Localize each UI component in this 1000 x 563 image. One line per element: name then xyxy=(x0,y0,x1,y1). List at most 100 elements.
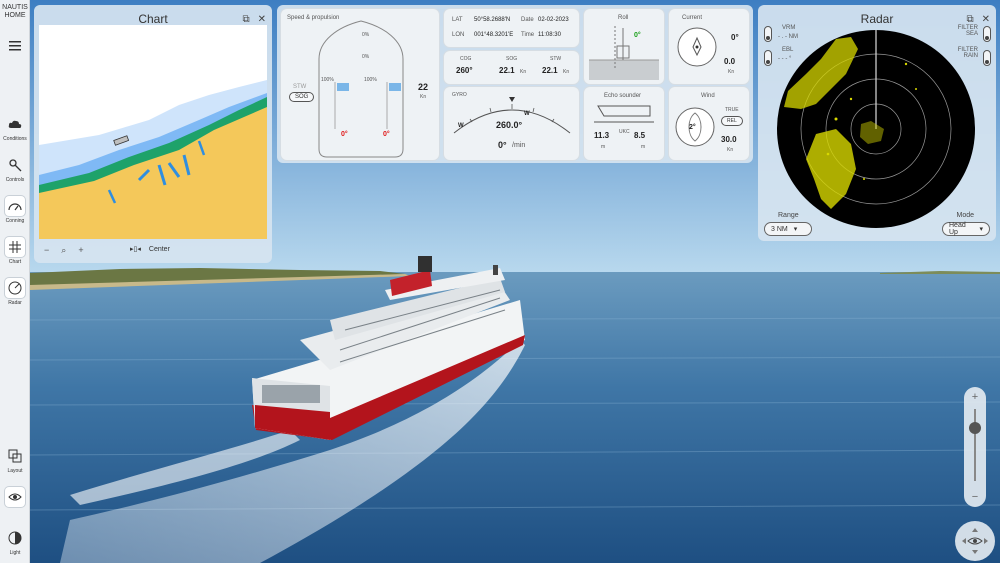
current-card: Current 0° 0.0 Kn xyxy=(669,9,749,84)
close-icon[interactable]: ✕ xyxy=(982,14,990,25)
radar-panel-title: Radar xyxy=(860,12,894,26)
sog-toggle-button[interactable]: SOG xyxy=(289,92,315,102)
wind-true-label: TRUE xyxy=(725,107,739,113)
mode-label: Mode xyxy=(956,212,974,219)
cog-label: COG xyxy=(460,56,472,62)
range-select[interactable]: 3 NM ▾ xyxy=(764,222,812,236)
zoom-track xyxy=(974,409,976,481)
eye-icon xyxy=(962,528,988,554)
wind-rel-toggle-button[interactable]: REL xyxy=(721,116,743,126)
camera-view-control[interactable] xyxy=(955,521,995,561)
filter-sea-toggle[interactable] xyxy=(983,26,991,42)
wind-speed-unit: Kn xyxy=(727,147,734,153)
ukc-unit: m xyxy=(641,144,646,150)
center-ship-icon: ▸▯◂ xyxy=(130,246,141,253)
sidebar-item-layout[interactable]: Layout xyxy=(0,446,30,474)
nautical-chart-map[interactable] xyxy=(39,25,267,239)
sidebar-item-radar[interactable]: Radar xyxy=(0,278,30,306)
mode-select[interactable]: Head Up ▾ xyxy=(942,222,990,236)
lon-label: LON xyxy=(452,32,465,38)
undock-icon[interactable]: ⧉ xyxy=(242,14,249,25)
hamburger-menu-button[interactable] xyxy=(0,36,30,58)
chart-zoom-in-button[interactable]: + xyxy=(78,245,83,256)
port-rudder-angle: 0° xyxy=(341,131,348,138)
range-label: Range xyxy=(778,212,799,219)
chart-zoom-out-button[interactable]: − xyxy=(44,245,49,256)
starboard-rudder-angle: 0° xyxy=(383,131,390,138)
home-brand[interactable]: NAUTIS HOME xyxy=(0,4,30,20)
rate-of-turn-unit: /min xyxy=(512,142,526,149)
sidebar-item-label: Conditions xyxy=(3,136,27,142)
zoom-thumb[interactable] xyxy=(969,422,981,434)
sidebar-item-label: Light xyxy=(9,550,21,556)
range-value: 3 NM xyxy=(771,225,788,233)
zoom-in-button[interactable]: + xyxy=(964,391,986,403)
zoom-out-button[interactable]: − xyxy=(964,491,986,503)
sidebar-item-conning[interactable]: Conning xyxy=(0,196,30,224)
radar-panel: Radar ⧉ ✕ VRM - . - NM EBL - - - ° FILTE… xyxy=(758,5,996,241)
eye-icon xyxy=(5,487,25,507)
search-icon[interactable]: ⌕ xyxy=(61,245,66,256)
compass-w-left: W xyxy=(458,123,464,129)
undock-icon[interactable]: ⧉ xyxy=(966,14,973,25)
menu-icon xyxy=(5,36,25,56)
sidebar-item-light[interactable]: Light xyxy=(0,528,30,556)
port-thrust-pct: 100% xyxy=(321,77,334,83)
ukc-label: UKC xyxy=(619,129,630,135)
brand-line-2: HOME xyxy=(4,12,26,19)
chevron-down-icon: ▾ xyxy=(793,226,798,233)
chart-panel-title: Chart xyxy=(138,12,168,26)
helm-icon xyxy=(5,155,25,175)
course-card: COG 260° SOG 22.1 Kn STW 22.1 Kn xyxy=(444,51,579,84)
hull-depth-diagram xyxy=(594,105,654,123)
vrm-toggle[interactable] xyxy=(764,26,772,42)
contrast-icon xyxy=(5,528,25,548)
date-label: Date xyxy=(521,17,534,23)
roll-card: Roll 0° xyxy=(584,9,664,84)
compass-w-right: W xyxy=(524,111,530,117)
sidebar-item-chart[interactable]: Chart xyxy=(0,237,30,265)
ship-outline xyxy=(318,20,404,158)
gyro-heading-value: 260.0° xyxy=(496,120,523,130)
current-speed-unit: Kn xyxy=(728,69,735,75)
sog-value: 22.1 xyxy=(499,66,515,75)
chevron-down-icon: ▾ xyxy=(979,226,983,233)
sidebar-item-label: Controls xyxy=(5,177,25,183)
center-control[interactable]: ▸▯◂ Center xyxy=(130,245,170,254)
wind-card: Wind TRUE REL 2° 30.0 Kn xyxy=(669,87,749,160)
sidebar-item-conditions[interactable]: Conditions xyxy=(0,114,30,142)
speed-propulsion-card: Speed & propulsion 0% 0% 100% 100% STW S… xyxy=(281,9,439,160)
wind-label: Wind xyxy=(701,93,715,99)
radar-scope[interactable] xyxy=(776,29,976,229)
roll-indicator xyxy=(589,26,659,80)
radar-icon xyxy=(5,278,25,298)
rate-of-turn-value: 0° xyxy=(498,140,507,150)
ebl-toggle[interactable] xyxy=(764,50,772,66)
stw-value: 22.1 xyxy=(542,66,558,75)
starboard-thrust-pct: 100% xyxy=(364,77,377,83)
position-card: LAT 50°58.2688'N Date 02-02-2023 LON 001… xyxy=(444,9,579,47)
roll-label: Roll xyxy=(618,15,629,21)
lon-value: 001°48.3201'E xyxy=(474,32,514,38)
close-icon[interactable]: ✕ xyxy=(258,14,266,25)
sidebar-item-label: Radar xyxy=(8,300,22,306)
sidebar-item-label: Chart xyxy=(8,259,22,265)
sidebar-item-label: Conning xyxy=(5,218,25,224)
current-label: Current xyxy=(682,15,703,21)
left-navigation-rail: NAUTIS HOME Conditions Controls Conning … xyxy=(0,0,30,563)
speed-unit: Kn xyxy=(420,94,427,100)
camera-zoom-slider[interactable]: + − xyxy=(964,387,986,507)
filter-rain-toggle[interactable] xyxy=(983,50,991,66)
sog-unit: Kn xyxy=(520,69,527,75)
cloud-icon xyxy=(5,114,25,134)
echo-sounder-label: Echo sounder xyxy=(604,93,642,99)
cog-value: 260° xyxy=(456,66,473,75)
current-compass xyxy=(677,27,717,67)
current-speed-value: 0.0 xyxy=(724,57,736,66)
propeller-pct-top: 0% xyxy=(362,32,370,38)
sidebar-item-controls[interactable]: Controls xyxy=(0,155,30,183)
time-label: Time xyxy=(521,32,535,38)
time-value: 11:08:30 xyxy=(538,32,561,38)
sidebar-item-view[interactable] xyxy=(0,487,30,509)
layout-icon xyxy=(5,446,25,466)
